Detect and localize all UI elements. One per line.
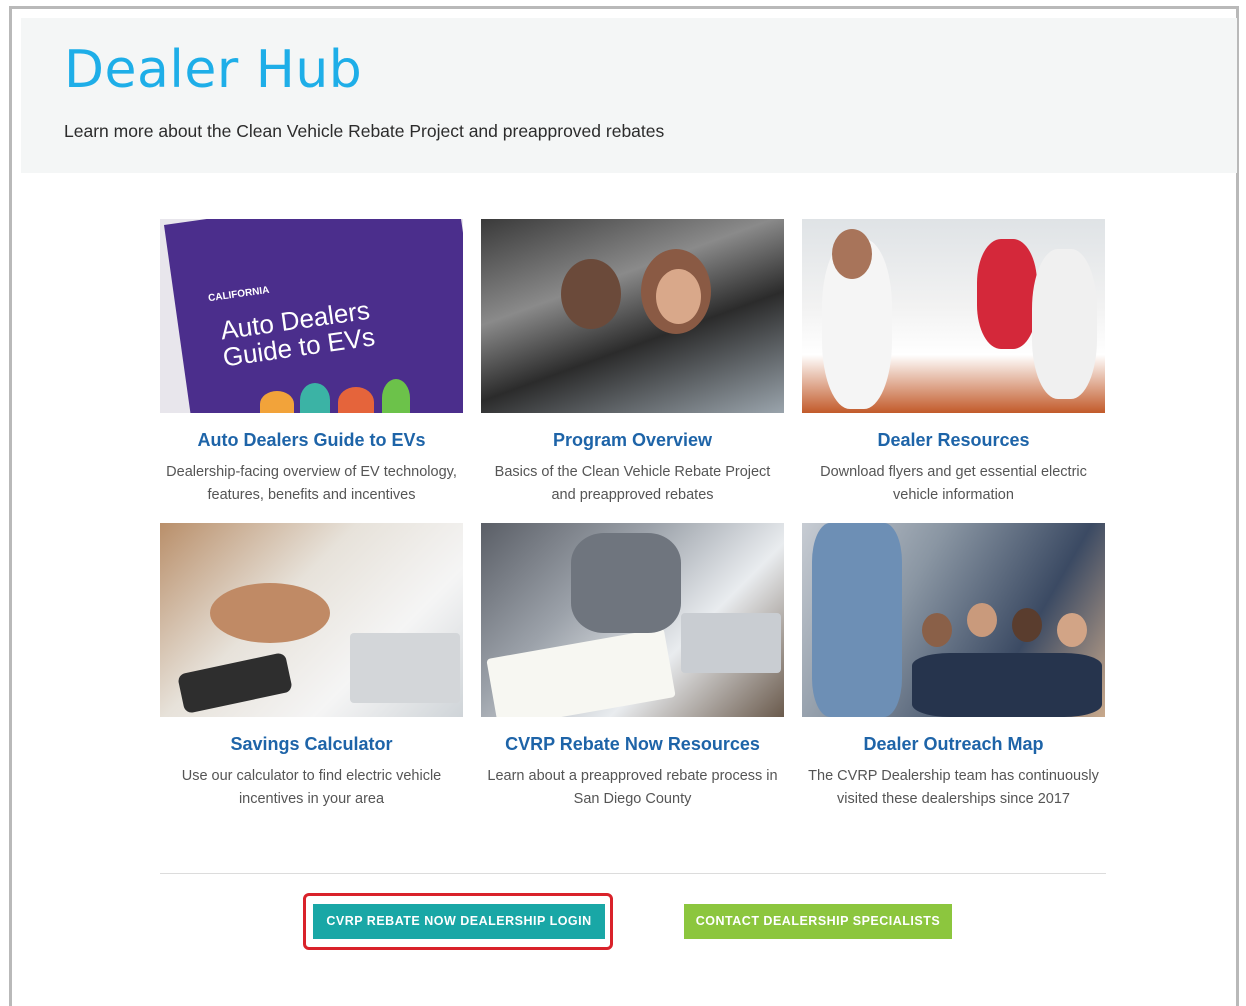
illustration-figure <box>382 379 410 413</box>
auto-dealers-guide-image[interactable]: CALIFORNIA Auto Dealers Guide to EVs <box>160 219 463 413</box>
card-description: The CVRP Dealership team has continuousl… <box>808 768 1099 807</box>
dealer-outreach-map-image[interactable] <box>802 523 1105 717</box>
card-description: Use our calculator to find electric vehi… <box>181 768 442 807</box>
card-title[interactable]: Savings Calculator <box>160 734 463 755</box>
photo-audience <box>1012 608 1042 642</box>
photo-person <box>977 239 1037 349</box>
page-title: Dealer Hub <box>64 40 363 100</box>
card-description: Learn about a preapproved rebate process… <box>487 768 778 807</box>
card-cvrp-rebate-now-resources[interactable]: CVRP Rebate Now Resources Learn about a … <box>481 523 784 811</box>
photo-face <box>832 229 872 279</box>
illustration-figure <box>338 387 374 413</box>
card-program-overview[interactable]: Program Overview Basics of the Clean Veh… <box>481 219 784 507</box>
photo-audience <box>922 613 952 647</box>
photo-audience <box>1057 613 1087 647</box>
photo-hand <box>210 583 330 643</box>
card-title[interactable]: CVRP Rebate Now Resources <box>481 734 784 755</box>
illustration-figure <box>260 391 294 413</box>
laptop <box>681 613 781 673</box>
illustration-figure <box>300 383 330 413</box>
photo-person <box>561 259 621 329</box>
divider <box>160 873 1106 874</box>
card-dealer-outreach-map[interactable]: Dealer Outreach Map The CVRP Dealership … <box>802 523 1105 811</box>
cvrp-rebate-now-image[interactable] <box>481 523 784 717</box>
hero-banner: Dealer Hub Learn more about the Clean Ve… <box>21 18 1237 173</box>
photo-person <box>1032 249 1097 399</box>
card-savings-calculator[interactable]: Savings Calculator Use our calculator to… <box>160 523 463 811</box>
calculator <box>177 652 293 714</box>
photo-audience <box>967 603 997 637</box>
card-title[interactable]: Dealer Resources <box>802 430 1105 451</box>
photo-person <box>571 533 681 633</box>
contact-specialists-button[interactable]: CONTACT DEALERSHIP SPECIALISTS <box>684 904 952 939</box>
dealership-login-button[interactable]: CVRP REBATE NOW DEALERSHIP LOGIN <box>313 904 605 939</box>
laptop <box>350 633 460 703</box>
savings-calculator-image[interactable] <box>160 523 463 717</box>
card-description: Dealership-facing overview of EV technol… <box>166 464 457 503</box>
photo-face <box>656 269 701 324</box>
photo-audience <box>912 653 1102 717</box>
program-overview-image[interactable] <box>481 219 784 413</box>
card-title[interactable]: Dealer Outreach Map <box>802 734 1105 755</box>
dealer-resources-image[interactable] <box>802 219 1105 413</box>
card-title[interactable]: Auto Dealers Guide to EVs <box>160 430 463 451</box>
card-description: Basics of the Clean Vehicle Rebate Proje… <box>494 464 771 503</box>
card-dealer-resources[interactable]: Dealer Resources Download flyers and get… <box>802 219 1105 507</box>
page-subtitle: Learn more about the Clean Vehicle Rebat… <box>64 121 665 141</box>
card-title[interactable]: Program Overview <box>481 430 784 451</box>
card-auto-dealers-guide[interactable]: CALIFORNIA Auto Dealers Guide to EVs Aut… <box>160 219 463 507</box>
photo-speaker <box>812 523 902 717</box>
document <box>486 627 676 717</box>
card-description: Download flyers and get essential electr… <box>820 464 1087 503</box>
